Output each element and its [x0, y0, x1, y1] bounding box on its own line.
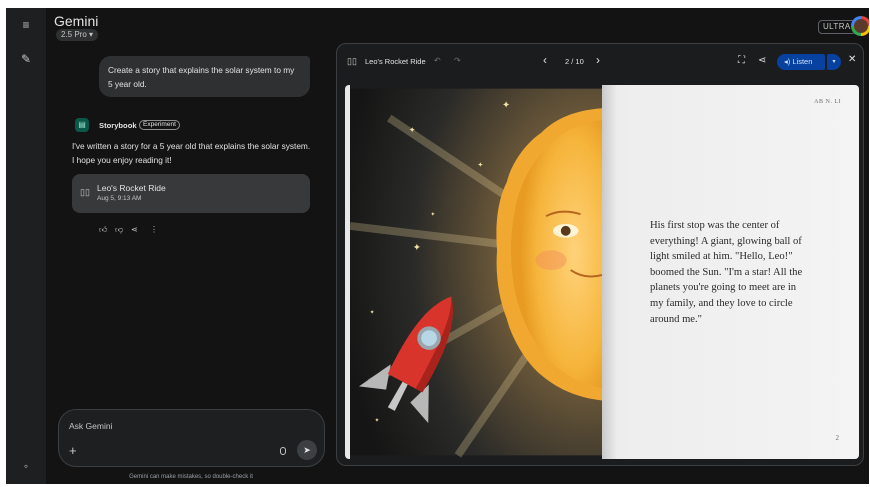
storybook-viewer: ▯▯ Leo's Rocket Ride ↶ ↷ ‹ 2 / 10 › ⛶ ⋖ … — [336, 43, 864, 466]
thumb-down-icon[interactable]: 👎︎ — [115, 225, 123, 235]
listen-button[interactable]: ◂) Listen — [777, 54, 825, 70]
svg-text:✦: ✦ — [502, 100, 510, 111]
prompt-input[interactable]: Ask Gemini — [69, 421, 112, 431]
share-icon[interactable]: ⋖ — [758, 55, 766, 66]
svg-text:✦: ✦ — [477, 161, 483, 169]
menu-icon[interactable]: ≡ — [19, 18, 33, 32]
listen-label: Listen — [792, 57, 813, 66]
chevron-down-icon[interactable]: ▾ — [827, 54, 841, 70]
more-icon[interactable]: ⋮ — [150, 225, 158, 234]
book-icon: ▯▯ — [347, 56, 357, 66]
mic-icon[interactable] — [280, 447, 286, 455]
close-icon[interactable]: ✕ — [848, 54, 856, 65]
assistant-response: I've written a story for a 5 year old th… — [72, 141, 311, 165]
svg-text:✦: ✦ — [375, 417, 380, 424]
svg-text:✦: ✦ — [413, 242, 421, 253]
disclaimer: Gemini can make mistakes, so double-chec… — [129, 474, 253, 480]
storybook-label: Storybook — [99, 121, 137, 130]
prompt-input-box[interactable]: Ask Gemini + ➤ — [58, 409, 325, 467]
experiment-badge: Experiment — [139, 120, 180, 130]
thumb-up-icon[interactable]: 👍︎ — [99, 225, 107, 235]
redo-icon[interactable]: ↷ — [454, 56, 461, 65]
fullscreen-icon[interactable]: ⛶ — [738, 55, 745, 66]
avatar[interactable] — [851, 16, 869, 36]
page-number: 2 — [835, 434, 840, 442]
gemini-app: ≡ ✎ ◦ Gemini 2.5 Pro ▾ ULTRA Create a st… — [6, 8, 869, 484]
model-selector[interactable]: 2.5 Pro ▾ — [56, 29, 99, 41]
speaker-icon: ◂) — [784, 57, 791, 66]
svg-text:✦: ✦ — [370, 309, 375, 316]
svg-text:✦: ✦ — [430, 211, 435, 218]
side-rail: ≡ ✎ ◦ — [6, 8, 46, 484]
running-head: AB N. LI — [814, 99, 841, 105]
card-title: Leo's Rocket Ride — [97, 183, 166, 193]
page-indicator: 2 / 10 — [565, 57, 584, 66]
send-icon[interactable]: ➤ — [297, 440, 317, 460]
book-icon: ▯▯ — [80, 187, 90, 197]
user-prompt-bubble: Create a story that explains the solar s… — [99, 56, 310, 97]
viewer-title: Leo's Rocket Ride — [365, 57, 426, 66]
story-text: His first stop was the center of everyth… — [650, 220, 803, 325]
undo-icon[interactable]: ↶ — [434, 56, 441, 65]
storybook-icon: ▤ — [75, 118, 89, 132]
app-title: Gemini — [54, 13, 99, 29]
edit-icon[interactable]: ✎ — [19, 52, 33, 66]
story-text-page: AB N. LI His first stop was the center o… — [602, 85, 859, 459]
tier-badge: ULTRA — [818, 20, 856, 34]
chevron-left-icon[interactable]: ‹ — [543, 53, 547, 67]
chevron-right-icon[interactable]: › — [596, 53, 600, 67]
svg-text:✦: ✦ — [409, 126, 416, 135]
settings-icon[interactable]: ◦ — [19, 459, 33, 473]
plus-icon[interactable]: + — [69, 443, 77, 458]
sun-and-rocket-illustration: ✦ ✦ ✦ ✦ ✦ ✦ ✦ — [345, 85, 602, 459]
share-icon[interactable]: ⋖ — [131, 225, 138, 234]
card-date: Aug 5, 9:13 AM — [97, 195, 142, 202]
open-book: ✦ ✦ ✦ ✦ ✦ ✦ ✦ AB N. LI His first stop wa… — [345, 85, 859, 459]
storybook-card[interactable]: ▯▯ Leo's Rocket Ride Aug 5, 9:13 AM — [72, 174, 310, 213]
